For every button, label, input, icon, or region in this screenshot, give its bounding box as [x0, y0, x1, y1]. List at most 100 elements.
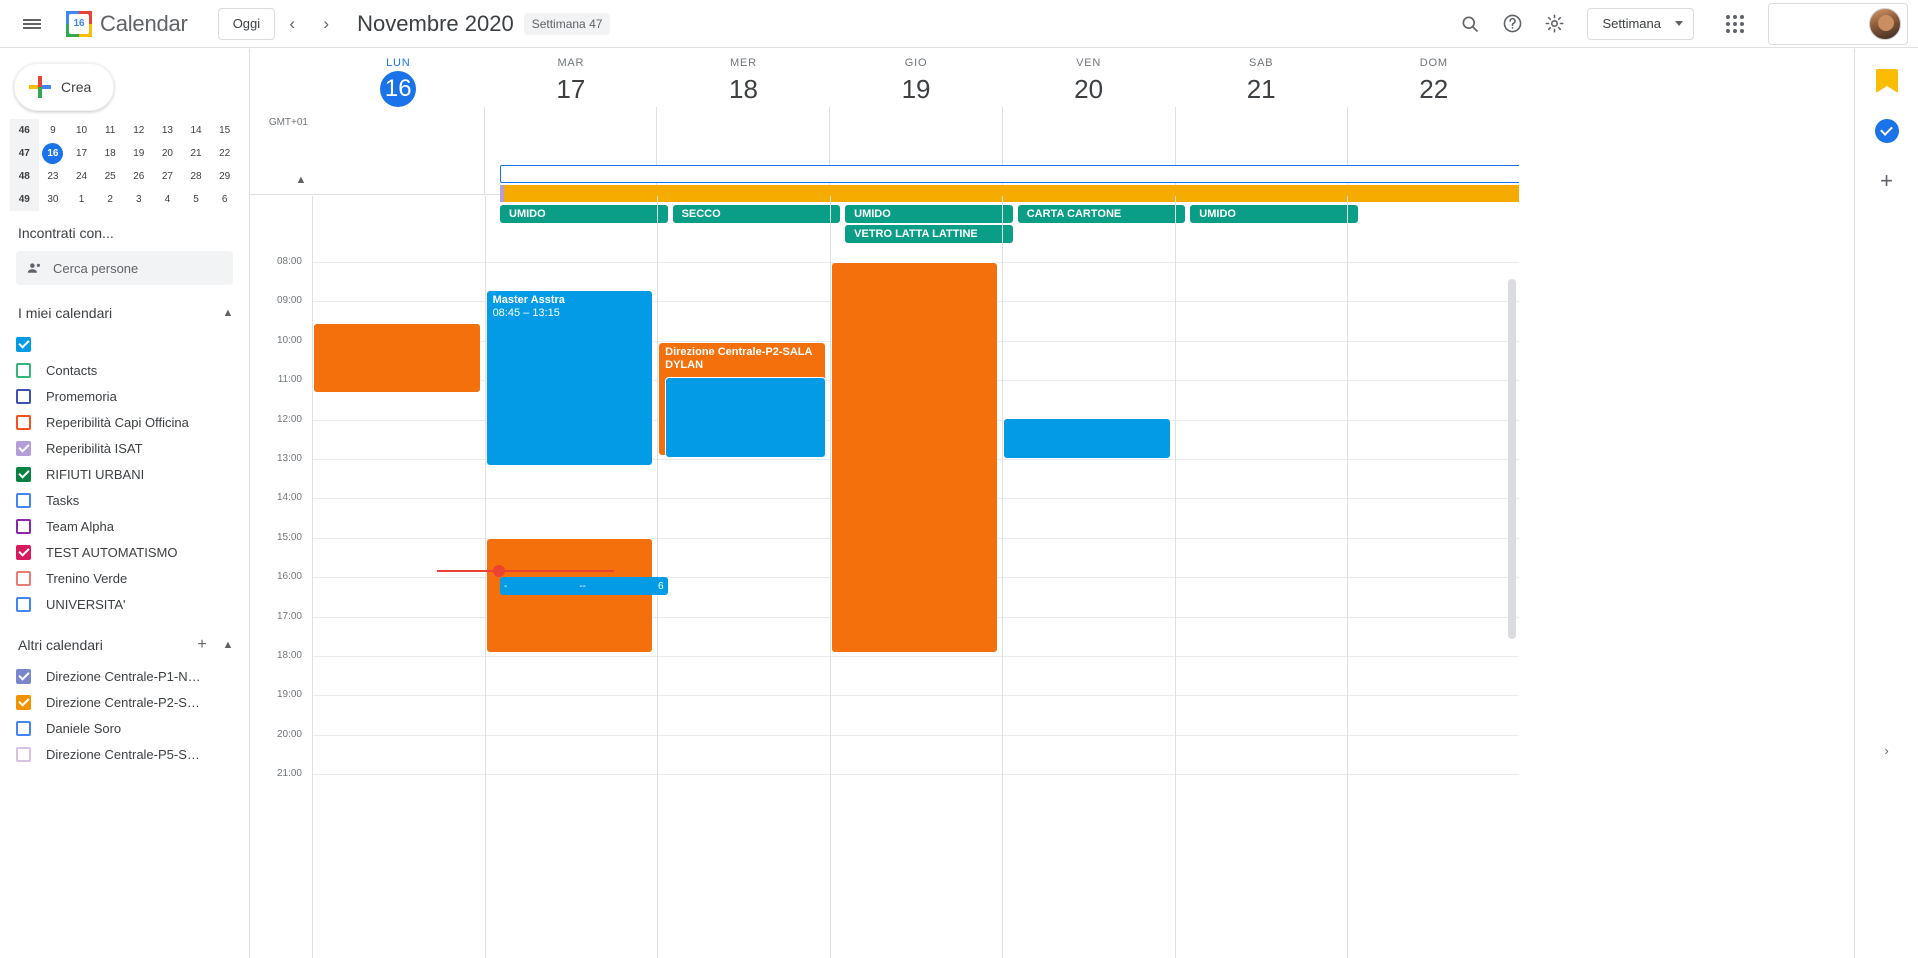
day-number[interactable]: 22: [1347, 71, 1519, 107]
mini-calendar-day[interactable]: 18: [96, 142, 125, 165]
mini-calendar-day[interactable]: 12: [125, 119, 154, 142]
my-calendar-item[interactable]: Contacts: [0, 357, 249, 383]
timed-event[interactable]: [665, 377, 826, 458]
mini-calendar-day[interactable]: 19: [125, 142, 154, 165]
my-calendar-item[interactable]: Trenino Verde: [0, 565, 249, 591]
calendar-checkbox[interactable]: [16, 362, 31, 378]
day-column[interactable]: [1174, 196, 1348, 958]
day-number[interactable]: 20: [1002, 71, 1175, 107]
mini-calendar-day[interactable]: 27: [153, 165, 182, 188]
mini-calendar-day[interactable]: 22: [210, 142, 239, 165]
view-selector[interactable]: Settimana: [1587, 7, 1694, 40]
mini-calendar-day[interactable]: 3: [125, 188, 154, 211]
my-calendar-item[interactable]: Tasks: [0, 487, 249, 513]
other-calendar-item[interactable]: Direzione Centrale-P1-NAT...: [0, 663, 249, 689]
day-column[interactable]: [657, 196, 830, 958]
my-calendar-item[interactable]: Team Alpha: [0, 513, 249, 539]
day-header-mer[interactable]: MER 18: [657, 49, 830, 107]
timed-event[interactable]: [485, 538, 654, 653]
calendar-checkbox[interactable]: [16, 596, 31, 612]
calendar-checkbox[interactable]: [16, 668, 31, 684]
timed-event[interactable]: [830, 262, 999, 653]
mini-calendar-day[interactable]: 28: [182, 165, 211, 188]
my-calendar-item[interactable]: [0, 331, 249, 357]
day-column[interactable]: [1002, 196, 1175, 958]
day-header-mar[interactable]: MAR 17: [485, 49, 658, 107]
gear-icon[interactable]: [1535, 5, 1573, 43]
main-menu-icon[interactable]: [8, 0, 56, 48]
day-header-dom[interactable]: DOM 22: [1347, 49, 1519, 107]
calendar-checkbox[interactable]: [16, 388, 31, 404]
mini-calendar-day[interactable]: 11: [96, 119, 125, 142]
next-week-button[interactable]: ›: [309, 7, 343, 41]
my-calendar-item[interactable]: Promemoria: [0, 383, 249, 409]
mini-calendar-day[interactable]: 1: [67, 188, 96, 211]
other-calendar-item[interactable]: Direzione Centrale-P5-SAL...: [0, 741, 249, 767]
mini-calendar-day[interactable]: 16: [39, 142, 68, 165]
day-number[interactable]: 18: [657, 71, 830, 107]
chevron-up-icon-my-calendars[interactable]: ▲: [217, 302, 239, 324]
day-number[interactable]: 16: [380, 71, 417, 107]
calendar-checkbox[interactable]: [16, 544, 31, 560]
other-calendar-item[interactable]: Direzione Centrale-P2-SAL...: [0, 689, 249, 715]
calendar-checkbox[interactable]: [16, 518, 31, 534]
mini-calendar-day[interactable]: 14: [182, 119, 211, 142]
day-header-sab[interactable]: SAB 21: [1175, 49, 1348, 107]
expand-panel-icon[interactable]: ›: [1884, 743, 1888, 758]
day-column[interactable]: [312, 196, 485, 958]
mini-calendar-day[interactable]: 20: [153, 142, 182, 165]
collapse-allday-icon[interactable]: ▲: [290, 169, 312, 191]
mini-calendar-day[interactable]: 5: [182, 188, 211, 211]
search-people-input[interactable]: Cerca persone: [16, 251, 233, 285]
create-button[interactable]: Crea: [14, 63, 115, 111]
mini-calendar-day[interactable]: 9: [39, 119, 68, 142]
my-calendar-item[interactable]: RIFIUTI URBANI: [0, 461, 249, 487]
day-number[interactable]: 19: [830, 71, 1003, 107]
previous-week-button[interactable]: ‹: [275, 7, 309, 41]
mini-calendar-day[interactable]: 15: [210, 119, 239, 142]
mini-calendar-day[interactable]: 17: [67, 142, 96, 165]
mini-calendar-day[interactable]: 26: [125, 165, 154, 188]
current-small-event[interactable]: - -- 6: [500, 577, 668, 595]
google-apps-icon[interactable]: [1716, 5, 1754, 43]
my-calendar-item[interactable]: TEST AUTOMATISMO: [0, 539, 249, 565]
calendar-checkbox[interactable]: [16, 746, 31, 762]
time-grid-scroll[interactable]: 08:00 09:00 10:00 11:00 12:00 13:00 14:00 15:00…: [250, 196, 1519, 958]
timed-event[interactable]: [1003, 418, 1171, 459]
my-calendar-item[interactable]: Reperibilità ISAT: [0, 435, 249, 461]
mini-calendar-day[interactable]: 23: [39, 165, 68, 188]
add-calendar-icon[interactable]: +: [191, 634, 213, 656]
calendar-checkbox[interactable]: [16, 492, 31, 508]
calendar-checkbox[interactable]: [16, 694, 31, 710]
day-header-ven[interactable]: VEN 20: [1002, 49, 1175, 107]
day-number[interactable]: 21: [1175, 71, 1348, 107]
mini-calendar-day[interactable]: 29: [210, 165, 239, 188]
mini-calendar-day[interactable]: 24: [67, 165, 96, 188]
keep-icon[interactable]: [1869, 63, 1905, 99]
calendar-checkbox[interactable]: [16, 336, 31, 352]
mini-calendar-day[interactable]: 30: [39, 188, 68, 211]
my-calendar-item[interactable]: UNIVERSITA': [0, 591, 249, 617]
timed-event[interactable]: Master Asstra 08:45 – 13:15: [485, 290, 654, 466]
calendar-checkbox[interactable]: [16, 466, 31, 482]
day-header-lun[interactable]: LUN 16: [312, 49, 485, 107]
search-icon[interactable]: [1451, 5, 1489, 43]
today-button[interactable]: Oggi: [217, 7, 276, 40]
other-calendar-item[interactable]: Daniele Soro: [0, 715, 249, 741]
day-column[interactable]: [1347, 196, 1519, 958]
allday-event-empty[interactable]: [500, 165, 1519, 183]
calendar-checkbox[interactable]: [16, 720, 31, 736]
avatar[interactable]: [1869, 7, 1901, 40]
mini-calendar-day[interactable]: 13: [153, 119, 182, 142]
timed-event[interactable]: [313, 323, 481, 393]
account-box[interactable]: [1768, 2, 1908, 45]
chevron-up-icon-other-calendars[interactable]: ▲: [217, 634, 239, 656]
mini-calendar-day[interactable]: 2: [96, 188, 125, 211]
tasks-icon[interactable]: [1869, 113, 1905, 149]
mini-calendar-day[interactable]: 4: [153, 188, 182, 211]
calendar-checkbox[interactable]: [16, 414, 31, 430]
help-icon[interactable]: [1493, 5, 1531, 43]
mini-calendar-day[interactable]: 6: [210, 188, 239, 211]
mini-calendar-day[interactable]: 21: [182, 142, 211, 165]
calendar-checkbox[interactable]: [16, 440, 31, 456]
